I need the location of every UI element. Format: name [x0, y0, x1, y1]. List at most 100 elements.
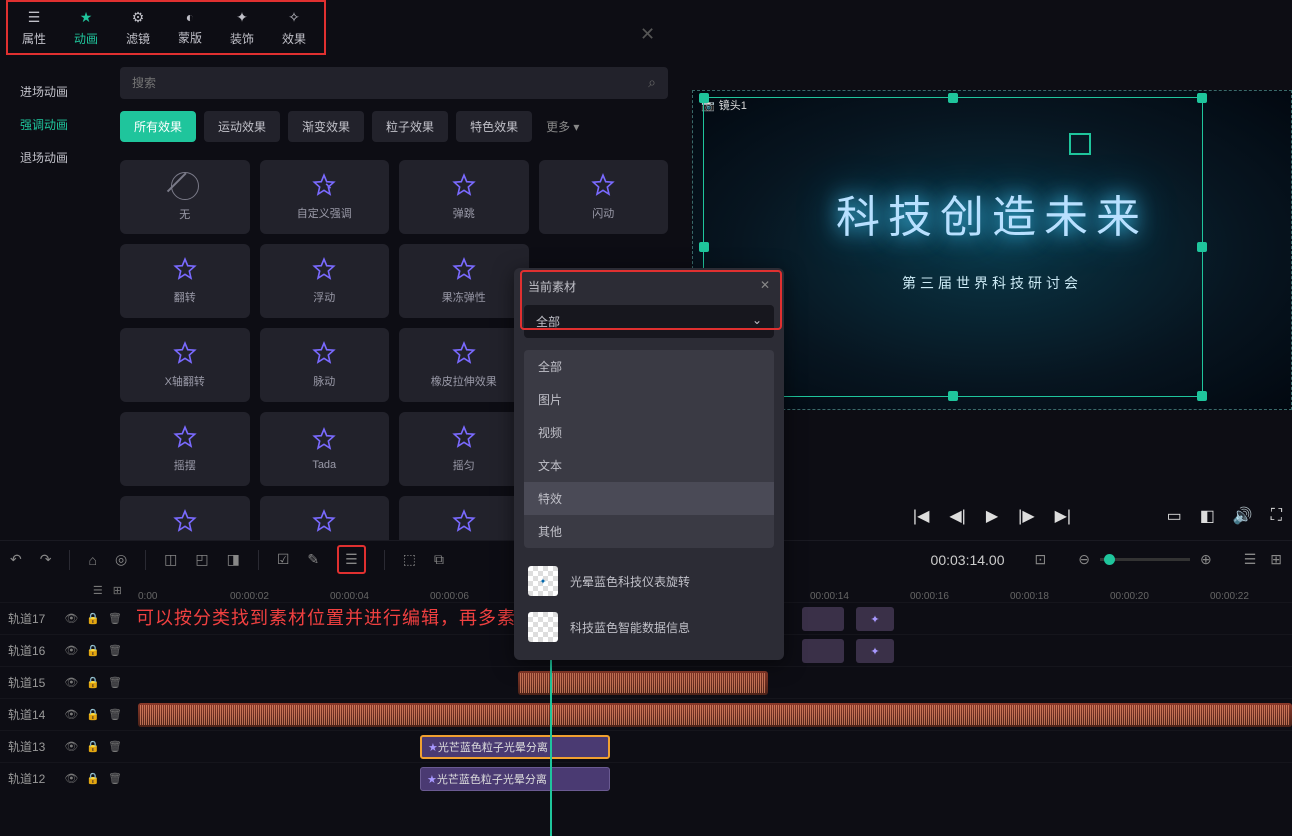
eye-icon[interactable]: 👁 — [64, 676, 78, 689]
track-header[interactable]: 轨道12👁🔒🗑 — [0, 770, 130, 787]
eye-icon[interactable]: 👁 — [64, 612, 78, 625]
subnav-exit[interactable]: 退场动画 — [0, 141, 120, 174]
effect-waterflow[interactable]: 水波流动 — [120, 496, 250, 540]
effect-ripple[interactable]: 水纹 — [260, 496, 390, 540]
popup-option-video[interactable]: 视频 — [524, 416, 774, 449]
effect-bounce[interactable]: 弹跳 — [399, 160, 529, 234]
lock-icon[interactable]: 🔒 — [86, 772, 100, 785]
effect-xflip[interactable]: X轴翻转 — [120, 328, 250, 402]
track-header[interactable]: 轨道15👁🔒🗑 — [0, 674, 130, 691]
tab-mask[interactable]: ◐蒙版 — [164, 2, 216, 53]
tab-animation[interactable]: ★动画 — [60, 2, 112, 53]
close-icon[interactable]: ✕ — [640, 24, 655, 45]
track-lane[interactable]: ★ 光芒蓝色粒子光晕分离 — [130, 763, 1292, 794]
filter-all[interactable]: 所有效果 — [120, 111, 196, 142]
filter-motion[interactable]: 运动效果 — [204, 111, 280, 142]
canvas-button[interactable]: ◧ — [1200, 506, 1215, 526]
clip[interactable] — [802, 607, 844, 631]
popup-material-item[interactable]: ✦ 光晕蓝色科技仪表旋转 — [528, 558, 770, 604]
effect-tada[interactable]: Tada — [260, 412, 390, 486]
lock-icon[interactable]: ⬚ — [403, 551, 416, 568]
eye-icon[interactable]: 👁 — [64, 740, 78, 753]
zoom-in-button[interactable]: ⊕ — [1200, 551, 1212, 568]
search-icon[interactable]: ⌕ — [648, 74, 656, 91]
effect-clip[interactable]: ★ 光芒蓝色粒子光晕分离 — [420, 767, 610, 791]
trash-icon[interactable]: 🗑 — [108, 740, 122, 753]
check-icon[interactable]: ☑ — [277, 551, 290, 568]
transform-icon[interactable]: ◫ — [164, 551, 177, 568]
eye-icon[interactable]: 👁 — [64, 708, 78, 721]
undo-button[interactable]: ↶ — [10, 551, 22, 568]
subnav-enter[interactable]: 进场动画 — [0, 75, 120, 108]
effect-flash[interactable]: 闪动 — [539, 160, 669, 234]
ratio-icon[interactable]: ◨ — [227, 551, 240, 568]
filter-special[interactable]: 特色效果 — [456, 111, 532, 142]
lock-icon[interactable]: 🔒 — [86, 740, 100, 753]
clip[interactable] — [802, 639, 844, 663]
track-header[interactable]: 轨道16👁🔒🗑 — [0, 642, 130, 659]
fullscreen-button[interactable]: ⛶ — [1271, 507, 1282, 525]
zoom-out-button[interactable]: ⊖ — [1078, 551, 1090, 568]
lock-icon[interactable]: 🔒 — [86, 708, 100, 721]
clip[interactable]: ✦ — [856, 607, 894, 631]
effect-oldtv[interactable]: 旧电视屏幕 — [399, 496, 529, 540]
target-icon[interactable]: ◎ — [115, 551, 127, 568]
effect-rubber[interactable]: 橡皮拉伸效果 — [399, 328, 529, 402]
popup-dropdown[interactable]: 全部 ⌄ — [524, 305, 774, 338]
edit-icon[interactable]: ✎ — [307, 551, 319, 568]
popup-option-all[interactable]: 全部 — [524, 350, 774, 383]
volume-button[interactable]: 🔊 — [1233, 506, 1253, 526]
tab-filter[interactable]: ⚙滤镜 — [112, 2, 164, 53]
resize-handle[interactable] — [699, 93, 709, 103]
zoom-slider[interactable] — [1100, 558, 1190, 561]
effect-none[interactable]: 无 — [120, 160, 250, 234]
popup-close-icon[interactable]: ✕ — [760, 278, 770, 295]
tracks-add-icon[interactable]: ⊞ — [113, 584, 122, 597]
subnav-emphasis[interactable]: 强调动画 — [0, 108, 120, 141]
effect-custom[interactable]: 自定义强调 — [260, 160, 390, 234]
next-frame-button[interactable]: |▶ — [1018, 506, 1034, 526]
effect-pulse[interactable]: 脉动 — [260, 328, 390, 402]
filter-more[interactable]: 更多 ▾ — [540, 111, 585, 142]
track-lane[interactable]: ★ 光芒蓝色粒子光晕分离 — [130, 731, 1292, 762]
search-input[interactable] — [132, 76, 648, 90]
search-input-wrapper[interactable]: ⌕ — [120, 67, 668, 99]
effect-swing[interactable]: 摇摆 — [120, 412, 250, 486]
eye-icon[interactable]: 👁 — [64, 644, 78, 657]
next-clip-button[interactable]: ▶| — [1055, 506, 1071, 526]
prev-frame-button[interactable]: ◀| — [949, 506, 965, 526]
home-icon[interactable]: ⌂ — [88, 552, 96, 568]
layers-button[interactable]: ☰ — [337, 545, 366, 574]
tab-decorate[interactable]: ✦装饰 — [216, 2, 268, 53]
track-header[interactable]: 轨道14👁🔒🗑 — [0, 706, 130, 723]
lock-icon[interactable]: 🔒 — [86, 644, 100, 657]
popup-option-effect[interactable]: 特效 — [524, 482, 774, 515]
list-icon[interactable]: ☰ — [1244, 551, 1257, 568]
prev-clip-button[interactable]: |◀ — [913, 506, 929, 526]
redo-button[interactable]: ↷ — [40, 551, 52, 568]
lock-icon[interactable]: 🔒 — [86, 676, 100, 689]
screenshot-button[interactable]: ▭ — [1167, 506, 1182, 526]
trash-icon[interactable]: 🗑 — [108, 644, 122, 657]
popup-option-image[interactable]: 图片 — [524, 383, 774, 416]
track-lane[interactable] — [130, 699, 1292, 730]
clip[interactable]: ✦ — [856, 639, 894, 663]
effect-float[interactable]: 浮动 — [260, 244, 390, 318]
effect-clip-selected[interactable]: ★ 光芒蓝色粒子光晕分离 — [420, 735, 610, 759]
fit-icon[interactable]: ⊡ — [1035, 551, 1047, 568]
crop-icon[interactable]: ◰ — [195, 551, 208, 568]
lock-icon[interactable]: 🔒 — [86, 612, 100, 625]
add-track-icon[interactable]: ⊞ — [1270, 551, 1282, 568]
track-lane[interactable] — [130, 667, 1292, 698]
tab-attributes[interactable]: ☰属性 — [8, 2, 60, 53]
audio-clip[interactable] — [138, 703, 1292, 727]
track-header[interactable]: 轨道17👁🔒🗑 — [0, 610, 130, 627]
crop-icon[interactable] — [1069, 133, 1091, 155]
trash-icon[interactable]: 🗑 — [108, 612, 122, 625]
tab-effects[interactable]: ✧效果 — [268, 2, 320, 53]
track-header[interactable]: 轨道13👁🔒🗑 — [0, 738, 130, 755]
trash-icon[interactable]: 🗑 — [108, 676, 122, 689]
resize-handle[interactable] — [1197, 391, 1207, 401]
play-button[interactable]: ▶ — [986, 506, 998, 526]
filter-particle[interactable]: 粒子效果 — [372, 111, 448, 142]
